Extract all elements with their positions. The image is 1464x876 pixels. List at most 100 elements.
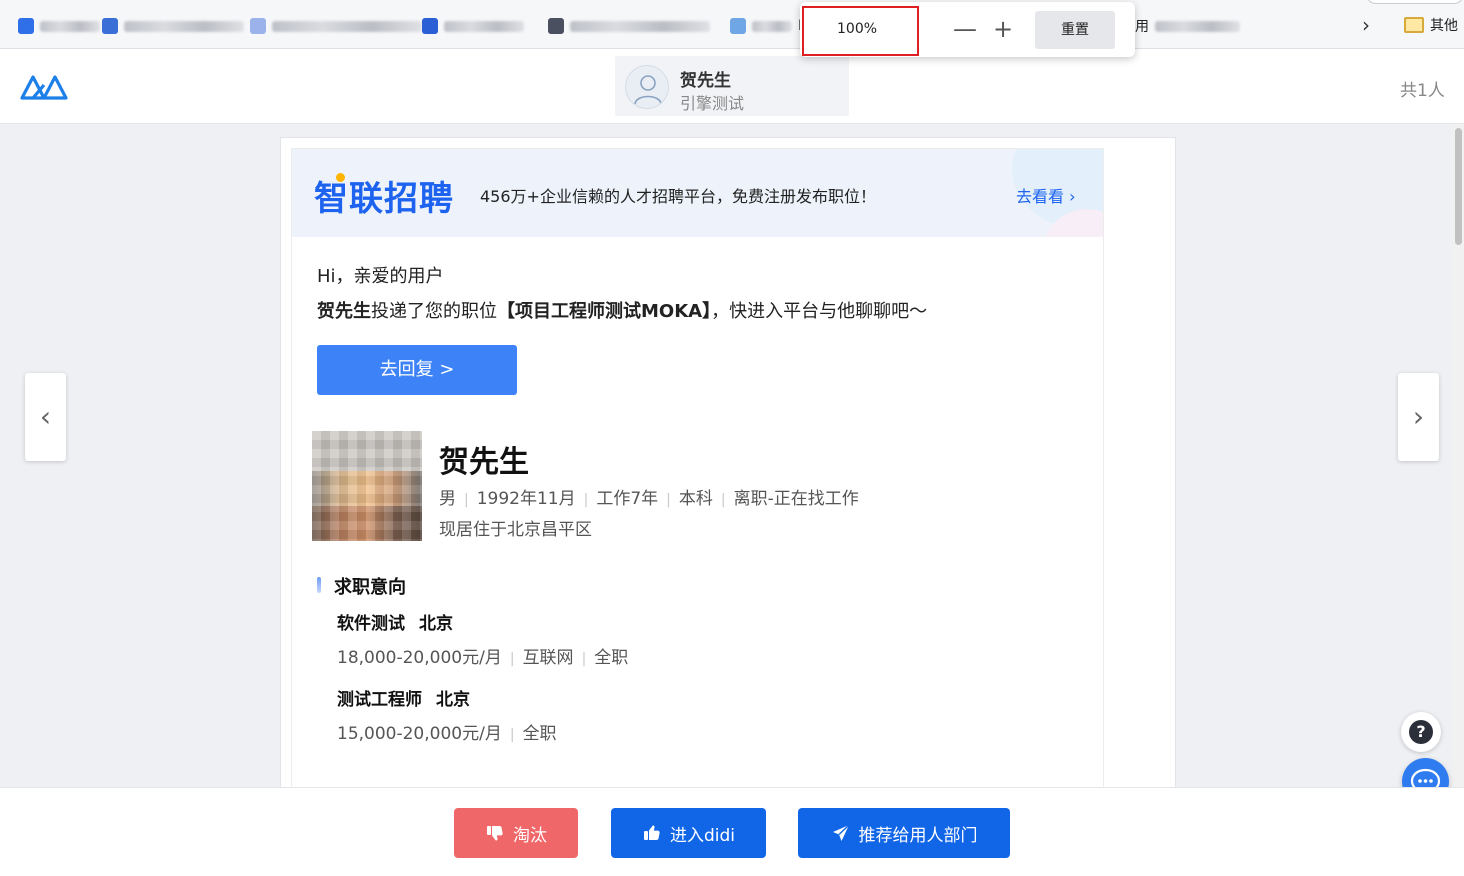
bookmark-icon <box>102 18 118 34</box>
plus-icon: + <box>992 15 1014 43</box>
bookmark-label-blurred <box>124 20 244 32</box>
bookmark-label-blurred <box>570 20 710 32</box>
candidate-experience: 工作7年 <box>596 489 659 509</box>
bottom-action-bar: 淘汰 进入didi 推荐给用人部门 <box>0 787 1464 876</box>
bookmark-label-blurred <box>40 20 100 32</box>
candidate-name: 贺先生 <box>439 445 529 480</box>
intent-job-meta: 15,000-20,000元/月 | 全职 <box>337 719 557 744</box>
bookmark-icon <box>422 18 438 34</box>
next-candidate-button[interactable]: › <box>1398 373 1439 461</box>
bookmark-icon <box>250 18 266 34</box>
candidate-pill-subtitle: 引擎测试 <box>680 94 745 113</box>
app-header: 贺先生 引擎测试 共1人 <box>0 49 1464 124</box>
separator: | <box>720 492 726 508</box>
bookmark-label-blurred <box>752 20 792 32</box>
browser-top-button[interactable] <box>1366 0 1464 4</box>
total-count: 共1人 <box>1400 81 1445 101</box>
intent-job-meta: 18,000-20,000元/月 | 互联网 | 全职 <box>337 643 628 668</box>
other-bookmarks-folder[interactable]: 其他 <box>1404 15 1458 35</box>
current-candidate-pill[interactable]: 贺先生 引擎测试 <box>615 56 849 116</box>
minus-icon: — <box>953 15 977 43</box>
zoom-in-button[interactable]: + <box>990 14 1016 44</box>
recommend-button[interactable]: 推荐给用人部门 <box>798 808 1010 858</box>
separator: | <box>583 492 589 508</box>
bookmark-item[interactable] <box>18 16 100 36</box>
reject-button[interactable]: 淘汰 <box>454 808 578 858</box>
bookmark-label-blurred <box>1155 20 1240 32</box>
help-button[interactable]: ? <box>1401 712 1441 752</box>
reply-button[interactable]: 去回复 > <box>317 345 517 395</box>
message-text: 投递了您的职位 <box>371 301 497 322</box>
separator: | <box>464 492 469 508</box>
enter-didi-button[interactable]: 进入didi <box>611 808 766 858</box>
email-greeting: Hi，亲爱的用户 <box>317 266 444 287</box>
intent-job-title: 测试工程师 北京 <box>337 685 470 710</box>
banner-link[interactable]: 去看看 › <box>1016 183 1076 207</box>
job-type: 全职 <box>594 648 629 668</box>
bookmark-item[interactable] <box>102 16 244 36</box>
thumbs-down-icon <box>487 826 503 841</box>
chevron-left-icon: ‹ <box>39 400 52 433</box>
reject-label: 淘汰 <box>513 825 547 846</box>
applicant-name: 贺先生 <box>317 301 371 322</box>
bookmark-icon <box>730 18 746 34</box>
banner-tagline: 456万+企业信赖的人才招聘平台，免费注册发布职位！ <box>480 187 876 206</box>
chevron-right-icon: › <box>1064 187 1076 206</box>
chevron-right-icon: › <box>1412 400 1425 433</box>
bookmarks-bar: M 用 › 其他 <box>0 0 1464 49</box>
zhaopin-logo-text: 智联招聘 <box>314 179 454 219</box>
candidate-address: 现居住于北京昌平区 <box>439 520 592 540</box>
candidate-avatar-icon <box>625 65 669 109</box>
candidate-meta: 男 | 1992年11月 | 工作7年 | 本科 | 离职-正在找工作 <box>439 484 859 509</box>
bookmark-item[interactable] <box>548 16 710 36</box>
separator: | <box>509 727 515 743</box>
bookmarks-overflow-chevron-icon[interactable]: › <box>1362 13 1370 37</box>
job-type: 全职 <box>522 724 557 744</box>
moka-logo-icon[interactable] <box>20 71 68 101</box>
logo-dot <box>336 173 345 182</box>
section-accent-bar <box>317 577 321 593</box>
bookmark-icon <box>18 18 34 34</box>
previous-candidate-button[interactable]: ‹ <box>25 373 66 461</box>
separator: | <box>509 651 515 667</box>
zhaopin-banner: 智联招聘 456万+企业信赖的人才招聘平台，免费注册发布职位！ 去看看 › <box>292 149 1103 237</box>
job-name: 测试工程师 <box>337 690 422 710</box>
job-industry: 互联网 <box>522 648 574 668</box>
bookmark-label-blurred <box>272 20 422 32</box>
other-bookmarks-label: 其他 <box>1430 18 1458 34</box>
zoom-out-button[interactable]: — <box>952 14 978 44</box>
separator: | <box>666 492 671 508</box>
resume-card: 智联招聘 456万+企业信赖的人才招聘平台，免费注册发布职位！ 去看看 › Hi… <box>280 137 1176 787</box>
banner-link-label: 去看看 <box>1016 187 1065 206</box>
thumbs-up-icon <box>643 825 660 840</box>
paper-plane-icon <box>832 824 849 841</box>
application-message: 贺先生投递了您的职位【项目工程师测试MOKA】，快进入平台与他聊聊吧～ <box>317 297 927 323</box>
candidate-photo <box>312 431 422 541</box>
zoom-level: 100% <box>837 21 878 37</box>
recommend-label: 推荐给用人部门 <box>858 825 978 846</box>
section-title-text: 求职意向 <box>334 577 406 598</box>
message-text: ，快进入平台与他聊聊吧～ <box>711 301 928 322</box>
bookmark-item[interactable] <box>422 16 524 36</box>
candidate-gender: 男 <box>439 489 456 509</box>
intent-job-title: 软件测试 北京 <box>337 609 453 634</box>
zoom-reset-button[interactable]: 重置 <box>1035 11 1115 49</box>
job-city: 北京 <box>419 614 453 634</box>
bookmark-item[interactable] <box>250 16 422 36</box>
job-name: 软件测试 <box>337 614 405 634</box>
job-position: 【项目工程师测试MOKA】 <box>497 301 712 322</box>
folder-icon <box>1404 17 1424 33</box>
zoom-popup: 100% — + 重置 <box>800 2 1135 57</box>
job-city: 北京 <box>436 690 470 710</box>
candidate-birth: 1992年11月 <box>476 489 576 509</box>
bookmark-icon <box>548 18 564 34</box>
scrollbar-thumb[interactable] <box>1455 128 1462 245</box>
bookmark-partial-label: 用 <box>1135 19 1149 35</box>
enter-didi-label: 进入didi <box>669 825 736 846</box>
job-salary: 18,000-20,000元/月 <box>337 648 502 668</box>
bookmark-item[interactable]: M <box>730 16 810 36</box>
job-salary: 15,000-20,000元/月 <box>337 724 502 744</box>
job-intent-section-title: 求职意向 <box>317 573 406 599</box>
separator: | <box>581 651 587 667</box>
bookmark-item[interactable]: 用 <box>1135 16 1240 36</box>
